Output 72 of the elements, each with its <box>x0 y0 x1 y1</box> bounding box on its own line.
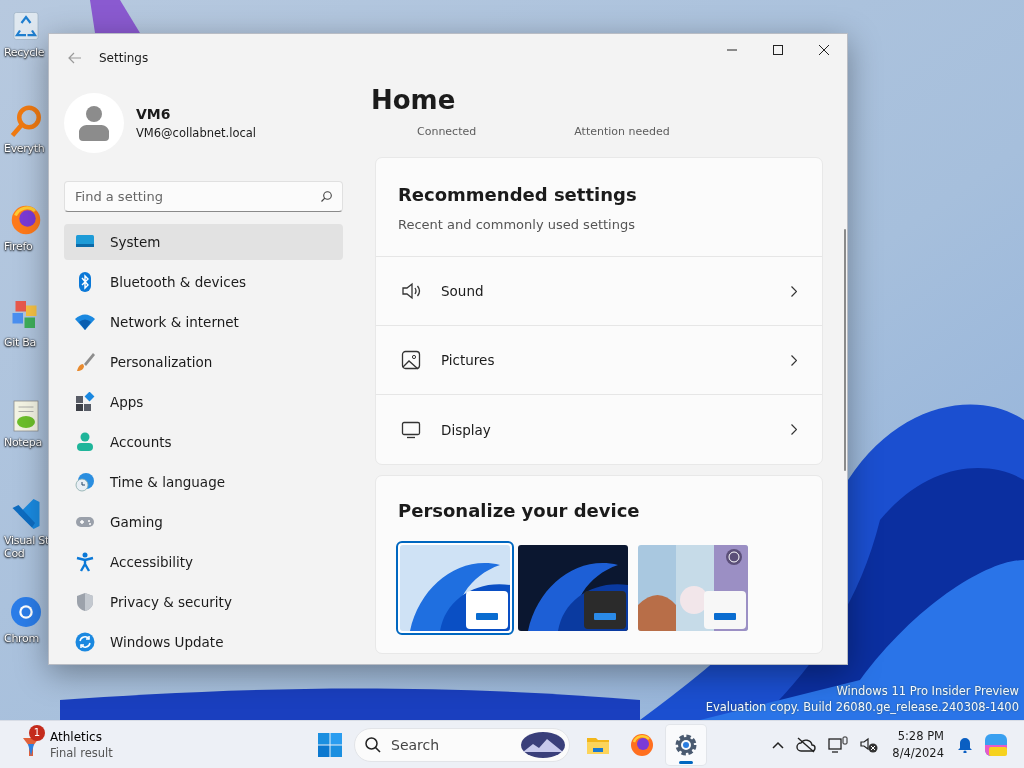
mountain-icon <box>521 731 565 758</box>
speaker-icon <box>401 281 421 301</box>
user-name: VM6 <box>136 105 172 122</box>
chevron-up-icon[interactable] <box>772 740 785 749</box>
windows-logo-icon <box>318 732 342 757</box>
accessibility-person-icon <box>75 552 95 572</box>
nav-item[interactable]: Gaming <box>64 504 343 540</box>
desktop-icon-label: Git Ba <box>4 336 36 349</box>
desktop-icon-label: Chrom <box>4 632 39 645</box>
colorful-app-icon[interactable] <box>984 732 1008 757</box>
speaker-muted-icon[interactable] <box>860 736 879 753</box>
picture-icon <box>401 350 421 370</box>
chevron-right-icon <box>791 354 797 366</box>
taskbar-search-field[interactable]: Search <box>354 727 570 762</box>
scrollbar[interactable] <box>844 229 846 471</box>
theme-option[interactable] <box>398 543 512 633</box>
desktop-icon-label: Everyth <box>4 142 45 155</box>
shield-icon <box>75 592 95 612</box>
nav-item[interactable]: Personalization <box>64 344 343 380</box>
nav-item[interactable]: Time & language <box>64 464 343 500</box>
apps-icon <box>75 392 95 412</box>
brush-icon <box>75 352 95 372</box>
watermark-text: Windows 11 Pro Insider Preview <box>836 683 1019 699</box>
watermark-text: Evaluation copy. Build 26080.ge_release.240308-1400 <box>705 699 1019 715</box>
cloud-off-icon[interactable] <box>796 736 817 753</box>
desktop-icon-label: Recycle <box>4 46 45 59</box>
settings-row[interactable]: Pictures <box>376 326 822 395</box>
maximize-icon <box>773 45 783 55</box>
card-subtitle: Recent and commonly used settings <box>398 217 636 232</box>
wifi-icon <box>75 312 95 332</box>
running-indicator <box>679 760 693 764</box>
settings-search-field[interactable]: Find a setting <box>64 181 343 212</box>
nav-item[interactable]: Bluetooth & devices <box>64 264 343 300</box>
nav-item[interactable]: Apps <box>64 384 343 420</box>
settings-row[interactable]: Sound <box>376 257 822 326</box>
desktop-icon-label: Notepa <box>4 436 42 449</box>
search-icon <box>321 191 332 203</box>
bell-icon[interactable] <box>958 736 972 753</box>
network-monitor-icon[interactable] <box>828 735 849 754</box>
nav-item[interactable]: Network & internet <box>64 304 343 340</box>
back-arrow-icon <box>68 51 82 64</box>
desktop-icon-label: Firefo <box>4 240 33 253</box>
gear-icon <box>674 732 698 757</box>
status-text: Connected <box>417 127 477 137</box>
nav-item[interactable]: Privacy & security <box>64 584 343 620</box>
sync-arrows-icon <box>75 632 95 652</box>
fox-browser-icon <box>630 732 654 757</box>
ring-browser-icon[interactable] <box>8 594 44 630</box>
nav-item[interactable]: Accounts <box>64 424 343 460</box>
taskbar-app-button[interactable] <box>666 724 706 765</box>
nav-item[interactable]: Windows Update <box>64 624 343 660</box>
chevron-right-icon <box>791 285 797 297</box>
page-title: Home <box>371 84 457 117</box>
search-icon <box>365 736 381 753</box>
globe-clock-icon <box>75 472 95 492</box>
window-title: Settings <box>99 50 150 65</box>
notification-badge: 1 <box>29 724 45 741</box>
user-email: VM6@collabnet.local <box>136 125 257 140</box>
person-silhouette-icon <box>79 104 109 141</box>
widget-subtitle: Final result <box>50 745 113 760</box>
widget-title: Athletics <box>50 729 103 744</box>
close-icon <box>819 45 829 55</box>
clock[interactable]: 5:28 PM 8/4/2024 <box>892 727 944 762</box>
settings-row[interactable]: Display <box>376 395 822 464</box>
card-title: Personalize your device <box>398 500 641 521</box>
person-icon <box>75 432 95 452</box>
monitor-icon <box>401 419 421 440</box>
status-text: Attention needed <box>574 127 670 137</box>
nav-item[interactable]: Accessibility <box>64 544 343 580</box>
chevron-right-icon <box>791 424 797 435</box>
nav-item[interactable]: System <box>64 224 343 260</box>
card-title: Recommended settings <box>398 184 638 205</box>
